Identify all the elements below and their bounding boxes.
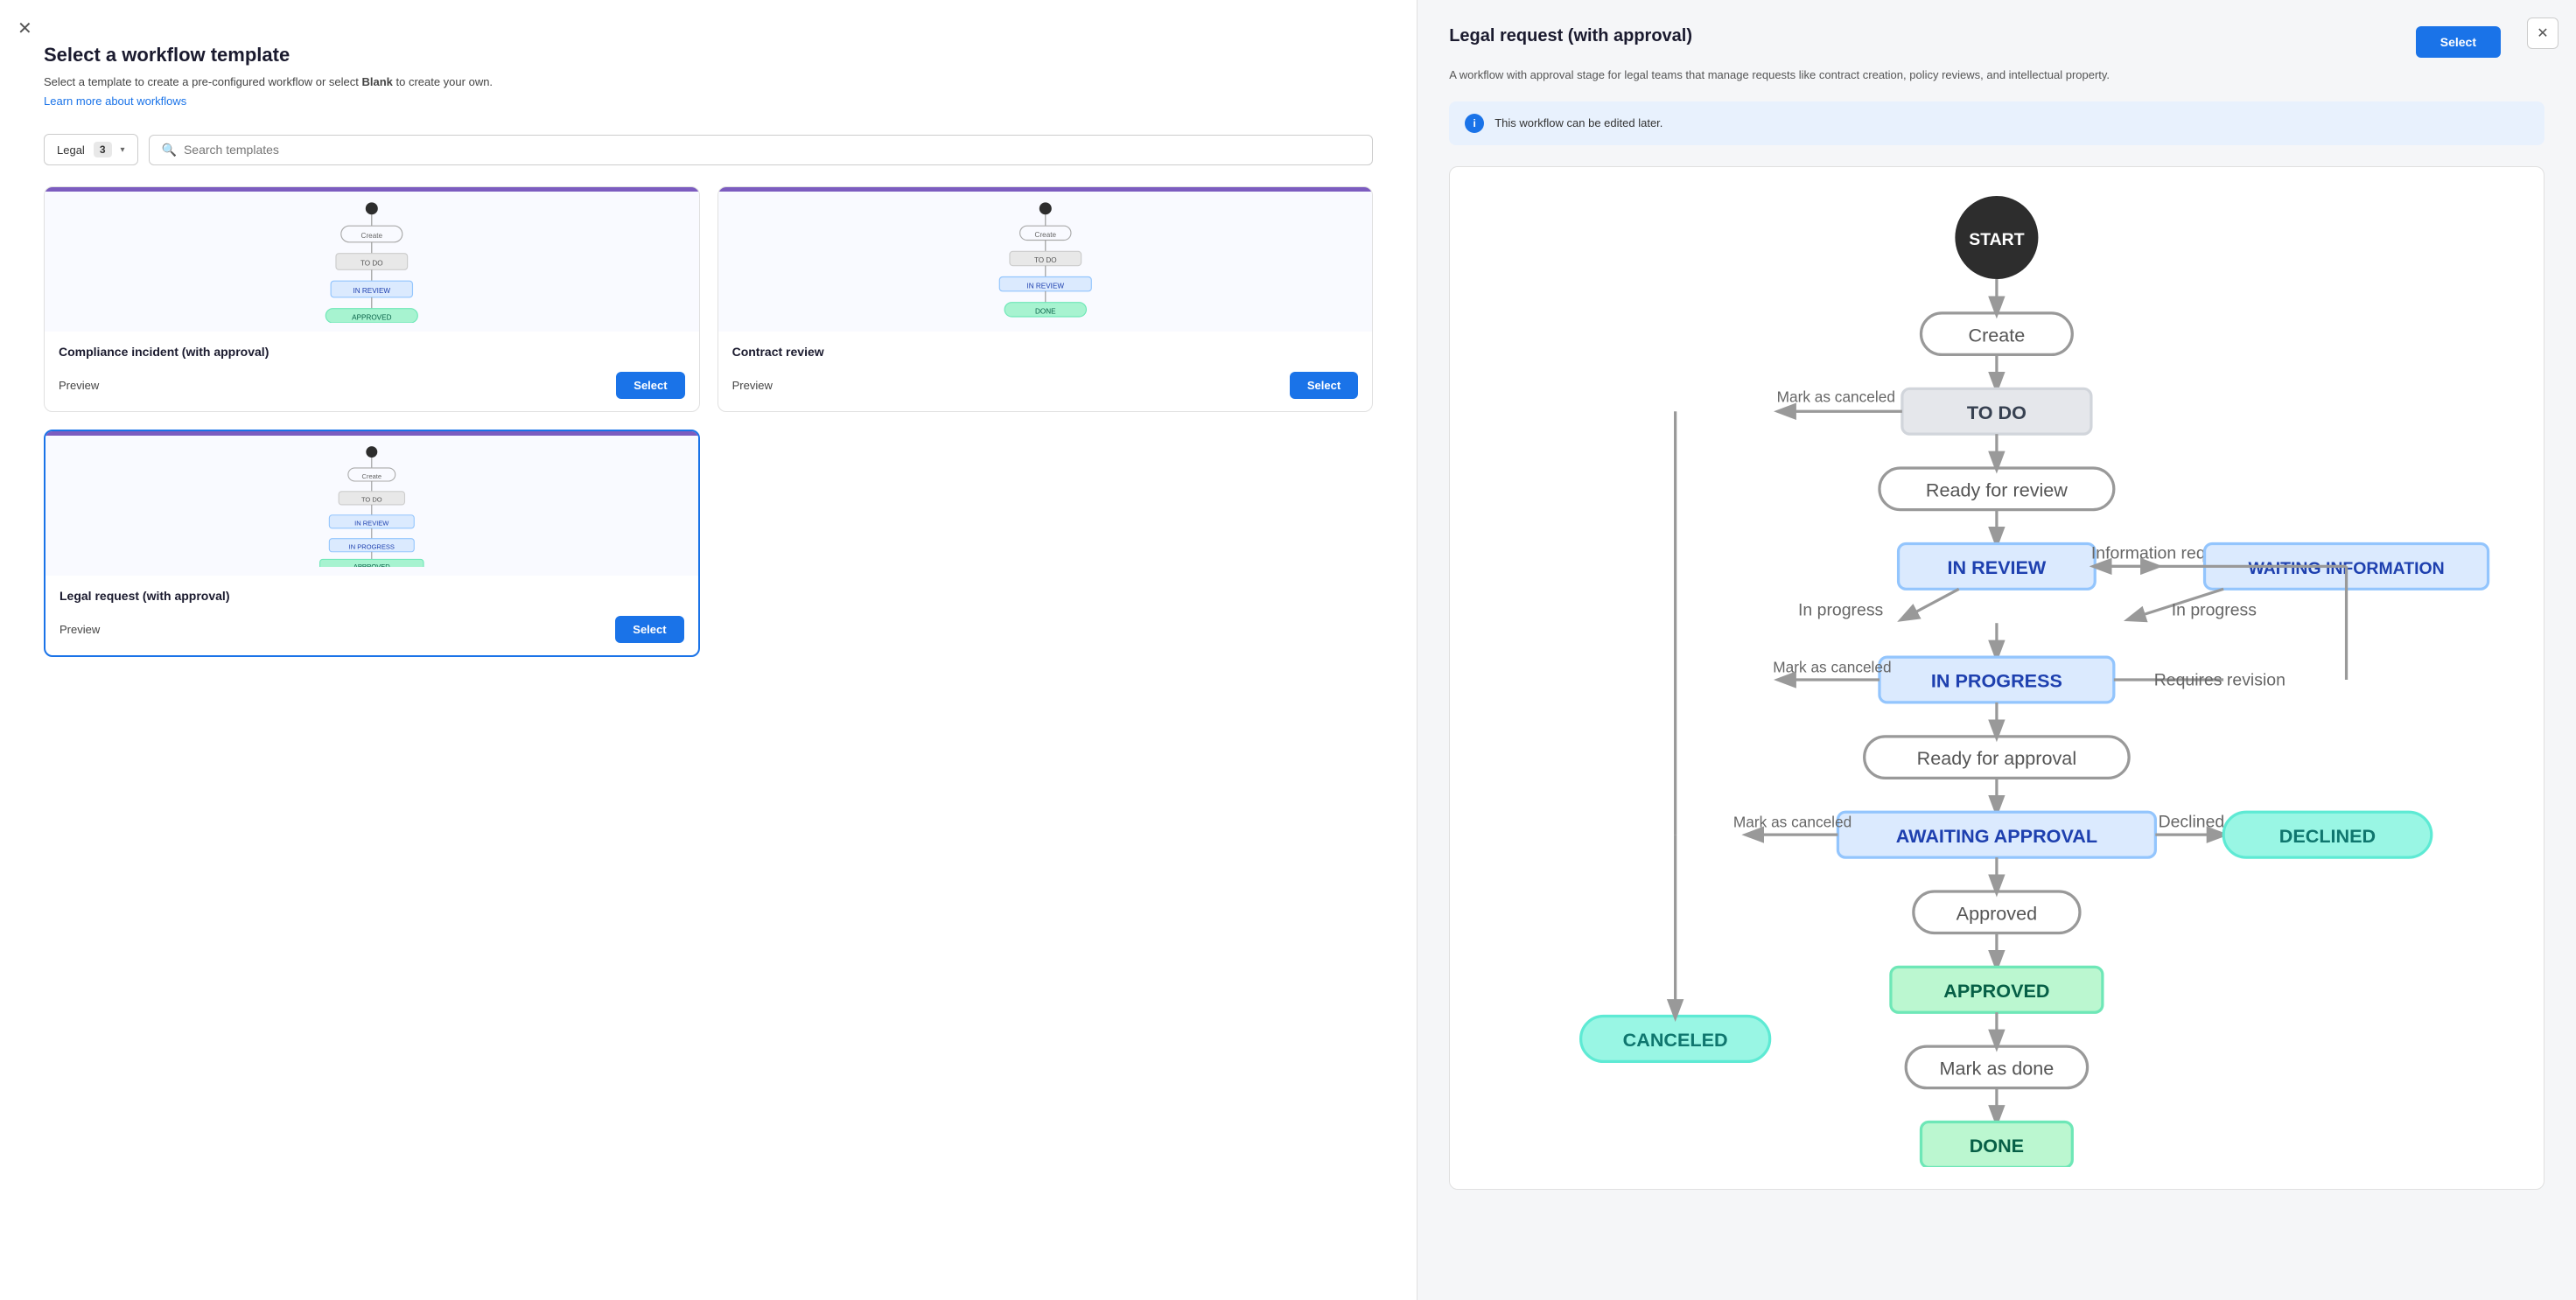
mini-flow-svg: Create TO DO IN REVIEW APPROVED: [53, 200, 690, 323]
ready-for-review-label: Ready for review: [1926, 479, 2068, 500]
preview-button-compliance[interactable]: Preview: [59, 379, 99, 392]
templates-grid: Create TO DO IN REVIEW APPROVED Complian…: [44, 186, 1373, 657]
svg-text:APPROVED: APPROVED: [354, 563, 390, 567]
mark-done-label: Mark as done: [1940, 1057, 2054, 1079]
page-title: Select a workflow template: [44, 44, 1373, 66]
search-input[interactable]: [184, 143, 1360, 157]
ready-for-approval-label: Ready for approval: [1917, 747, 2076, 769]
svg-text:APPROVED: APPROVED: [352, 314, 391, 322]
svg-text:TO DO: TO DO: [1034, 256, 1057, 264]
left-panel: ✕ Select a workflow template Select a te…: [0, 0, 1417, 1300]
approved-label: APPROVED: [1943, 979, 2049, 1001]
select-button-compliance[interactable]: Select: [616, 372, 684, 399]
template-preview-contract: Create TO DO IN REVIEW DONE: [718, 192, 1373, 332]
template-card-legal[interactable]: Create TO DO IN REVIEW IN PROGRESS APPRO…: [44, 430, 700, 657]
template-name-legal: Legal request (with approval): [60, 588, 684, 604]
card-actions-compliance: Preview Select: [59, 372, 685, 399]
done-label: DONE: [1970, 1135, 2024, 1157]
info-banner-text: This workflow can be edited later.: [1494, 116, 1662, 129]
svg-text:IN REVIEW: IN REVIEW: [354, 520, 389, 528]
select-button-contract[interactable]: Select: [1290, 372, 1358, 399]
svg-text:DONE: DONE: [1035, 308, 1056, 316]
template-name-compliance: Compliance incident (with approval): [59, 344, 685, 360]
mini-flow-svg-legal: Create TO DO IN REVIEW IN PROGRESS APPRO…: [54, 444, 690, 567]
info-icon: i: [1465, 114, 1484, 133]
create-label: Create: [1969, 324, 2026, 346]
workflow-diagram: START Create TO DO Mark as canceled Read…: [1449, 166, 2544, 1190]
search-icon: 🔍: [162, 143, 177, 157]
right-panel: ✕ Legal request (with approval) Select A…: [1417, 0, 2576, 1300]
right-panel-title: Legal request (with approval): [1449, 26, 1692, 46]
right-select-button[interactable]: Select: [2416, 26, 2501, 58]
filter-label: Legal: [57, 143, 85, 157]
category-filter[interactable]: Legal 3 ▾: [44, 134, 138, 165]
card-actions-legal: Preview Select: [60, 616, 684, 643]
canceled-label: CANCELED: [1623, 1029, 1728, 1051]
svg-text:Create: Create: [361, 232, 383, 240]
approved-action-label: Approved: [1956, 902, 2037, 924]
subtitle-bold: Blank: [361, 75, 392, 88]
mark-canceled-3-label: Mark as canceled: [1733, 813, 1852, 830]
template-name-contract: Contract review: [732, 344, 1359, 360]
template-preview-compliance: Create TO DO IN REVIEW APPROVED: [45, 192, 699, 332]
in-progress-1-label: In progress: [1798, 600, 1884, 619]
template-card-compliance[interactable]: Create TO DO IN REVIEW APPROVED Complian…: [44, 186, 700, 412]
workflow-svg: START Create TO DO Mark as canceled Read…: [1467, 185, 2526, 1167]
card-body-legal: Legal request (with approval) Preview Se…: [46, 576, 698, 655]
card-actions-contract: Preview Select: [732, 372, 1359, 399]
template-preview-legal: Create TO DO IN REVIEW IN PROGRESS APPRO…: [46, 436, 698, 576]
mark-canceled-2-label: Mark as canceled: [1773, 658, 1891, 675]
svg-text:IN PROGRESS: IN PROGRESS: [349, 543, 395, 551]
preview-button-contract[interactable]: Preview: [732, 379, 773, 392]
svg-text:Create: Create: [362, 472, 382, 480]
card-body-compliance: Compliance incident (with approval) Prev…: [45, 332, 699, 411]
preview-button-legal[interactable]: Preview: [60, 623, 100, 636]
close-button-left[interactable]: ✕: [18, 17, 32, 39]
filter-count: 3: [94, 142, 112, 157]
right-description: A workflow with approval stage for legal…: [1449, 66, 2544, 84]
card-body-contract: Contract review Preview Select: [718, 332, 1373, 411]
svg-text:TO DO: TO DO: [360, 260, 383, 268]
search-box: 🔍: [149, 135, 1374, 165]
requires-revision-label: Requires revision: [2154, 670, 2286, 689]
svg-text:IN REVIEW: IN REVIEW: [1026, 282, 1064, 290]
subtitle: Select a template to create a pre-config…: [44, 75, 1373, 88]
filters-bar: Legal 3 ▾ 🔍: [44, 134, 1373, 165]
svg-text:TO DO: TO DO: [361, 496, 382, 504]
in-progress-label: IN PROGRESS: [1931, 669, 2062, 691]
start-label: START: [1969, 230, 2024, 249]
in-progress-2-label: In progress: [2172, 600, 2258, 619]
declined-label: DECLINED: [2279, 824, 2376, 846]
learn-more-link[interactable]: Learn more about workflows: [44, 94, 186, 108]
close-button-right[interactable]: ✕: [2527, 17, 2558, 49]
subtitle-end: to create your own.: [393, 75, 493, 88]
todo-label: TO DO: [1967, 401, 2026, 423]
svg-text:Create: Create: [1034, 231, 1056, 239]
chevron-down-icon: ▾: [121, 145, 125, 155]
mark-canceled-1-label: Mark as canceled: [1777, 388, 1895, 405]
info-banner: i This workflow can be edited later.: [1449, 101, 2544, 145]
declined-action-label: Declined: [2159, 812, 2225, 831]
svg-text:IN REVIEW: IN REVIEW: [353, 287, 390, 295]
awaiting-approval-label: AWAITING APPROVAL: [1896, 824, 2097, 846]
right-header: Legal request (with approval) Select: [1449, 26, 2544, 58]
mini-flow-svg-contract: Create TO DO IN REVIEW DONE: [727, 200, 1364, 323]
template-card-contract[interactable]: Create TO DO IN REVIEW DONE Contract rev…: [718, 186, 1374, 412]
select-button-legal[interactable]: Select: [615, 616, 683, 643]
in-review-label: IN REVIEW: [1948, 556, 2047, 578]
subtitle-text: Select a template to create a pre-config…: [44, 75, 361, 88]
